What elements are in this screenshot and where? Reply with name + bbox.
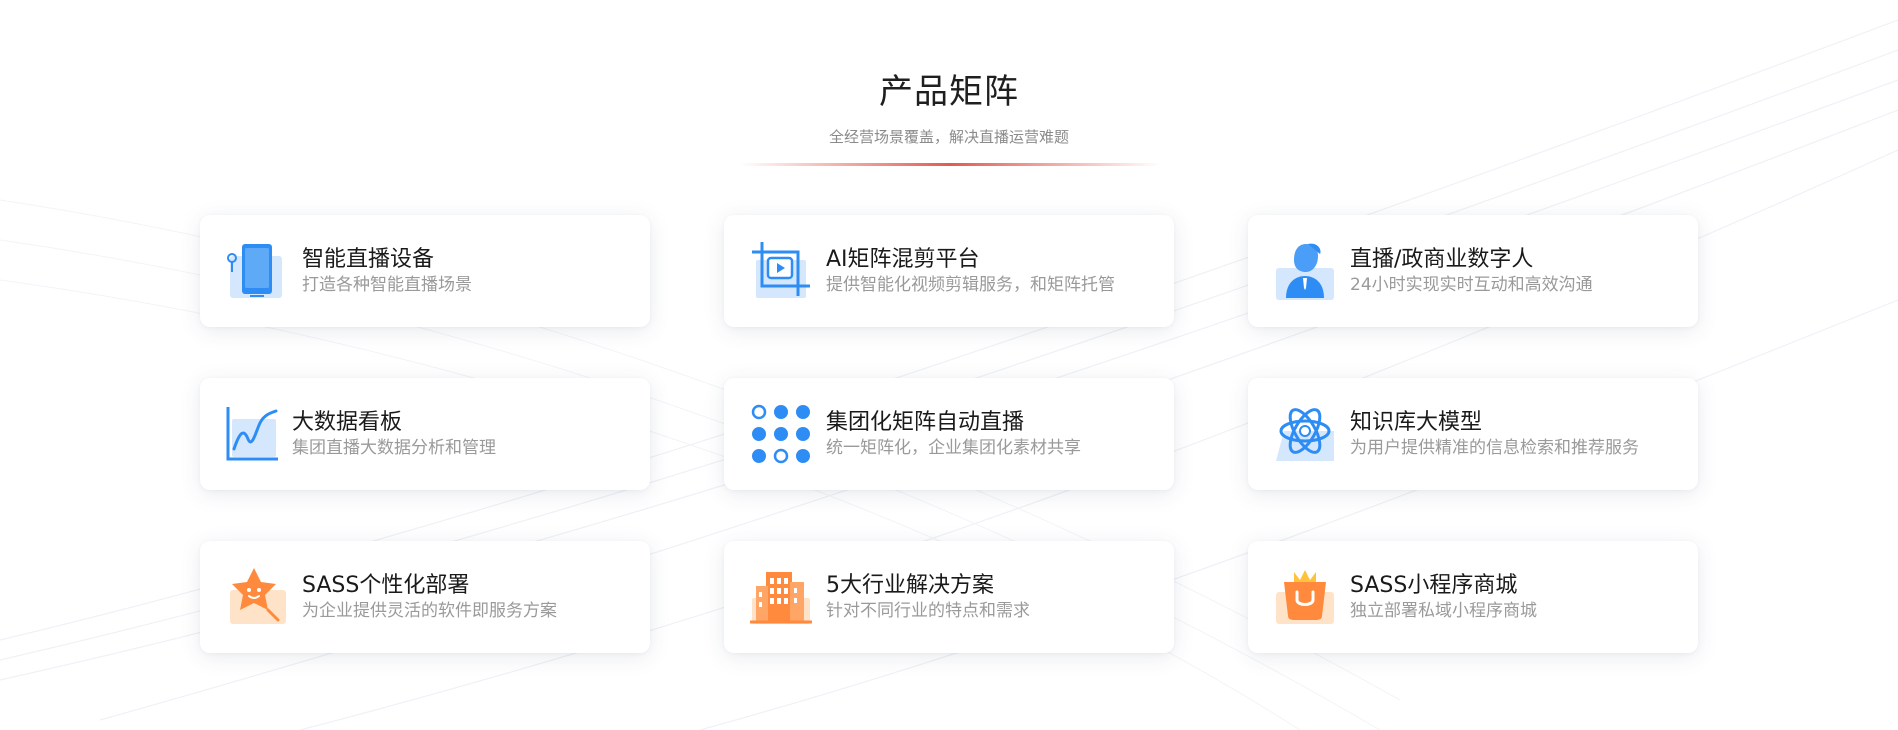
digital-human-icon xyxy=(1272,238,1338,304)
product-grid: 智能直播设备 打造各种智能直播场景 AI矩阵混剪平台 提供智能化视频剪辑服务，和… xyxy=(200,215,1698,653)
card-description: 打造各种智能直播场景 xyxy=(302,275,472,295)
card-title: 集团化矩阵自动直播 xyxy=(826,410,1025,435)
card-description: 提供智能化视频剪辑服务，和矩阵托管 xyxy=(826,275,1115,295)
card-title: AI矩阵混剪平台 xyxy=(826,247,980,272)
card-description: 独立部署私域小程序商城 xyxy=(1350,601,1537,621)
card-title: SASS个性化部署 xyxy=(302,573,470,598)
card-title: 智能直播设备 xyxy=(302,247,435,272)
product-card-knowledge-base-model[interactable]: 知识库大模型 为用户提供精准的信息检索和推荐服务 xyxy=(1248,378,1698,490)
building-icon xyxy=(748,564,814,630)
title-divider xyxy=(740,163,1160,166)
ai-knot-icon xyxy=(1272,401,1338,467)
product-card-sass-deployment[interactable]: SASS个性化部署 为企业提供灵活的软件即服务方案 xyxy=(200,541,650,653)
product-card-digital-human[interactable]: 直播/政商业数字人 24小时实现实时互动和高效沟通 xyxy=(1248,215,1698,327)
product-card-big-data-dashboard[interactable]: 大数据看板 集团直播大数据分析和管理 xyxy=(200,378,650,490)
card-description: 24小时实现实时互动和高效沟通 xyxy=(1350,275,1593,295)
product-card-sass-mini-program-mall[interactable]: SASS小程序商城 独立部署私域小程序商城 xyxy=(1248,541,1698,653)
card-title: 5大行业解决方案 xyxy=(826,573,994,598)
card-description: 集团直播大数据分析和管理 xyxy=(292,438,496,458)
card-description: 为企业提供灵活的软件即服务方案 xyxy=(302,601,557,621)
star-mascot-icon xyxy=(224,564,290,630)
card-description: 为用户提供精准的信息检索和推荐服务 xyxy=(1350,438,1639,458)
card-description: 针对不同行业的特点和需求 xyxy=(826,601,1030,621)
product-card-smart-live-device[interactable]: 智能直播设备 打造各种智能直播场景 xyxy=(200,215,650,327)
card-title: 大数据看板 xyxy=(292,410,403,435)
card-title: 知识库大模型 xyxy=(1350,410,1483,435)
card-title: SASS小程序商城 xyxy=(1350,573,1518,598)
video-crop-icon xyxy=(748,238,814,304)
shopping-bag-icon xyxy=(1272,564,1338,630)
line-chart-icon xyxy=(224,401,280,467)
product-card-industry-solutions[interactable]: 5大行业解决方案 针对不同行业的特点和需求 xyxy=(724,541,1174,653)
section-title: 产品矩阵 xyxy=(879,72,1019,112)
card-description: 统一矩阵化，企业集团化素材共享 xyxy=(826,438,1081,458)
product-card-group-matrix-live[interactable]: 集团化矩阵自动直播 统一矩阵化，企业集团化素材共享 xyxy=(724,378,1174,490)
product-card-ai-matrix-editing[interactable]: AI矩阵混剪平台 提供智能化视频剪辑服务，和矩阵托管 xyxy=(724,215,1174,327)
dot-matrix-icon xyxy=(748,401,814,467)
section-subtitle: 全经营场景覆盖，解决直播运营难题 xyxy=(828,128,1069,146)
card-title: 直播/政商业数字人 xyxy=(1350,247,1534,272)
tablet-device-icon xyxy=(224,238,290,304)
